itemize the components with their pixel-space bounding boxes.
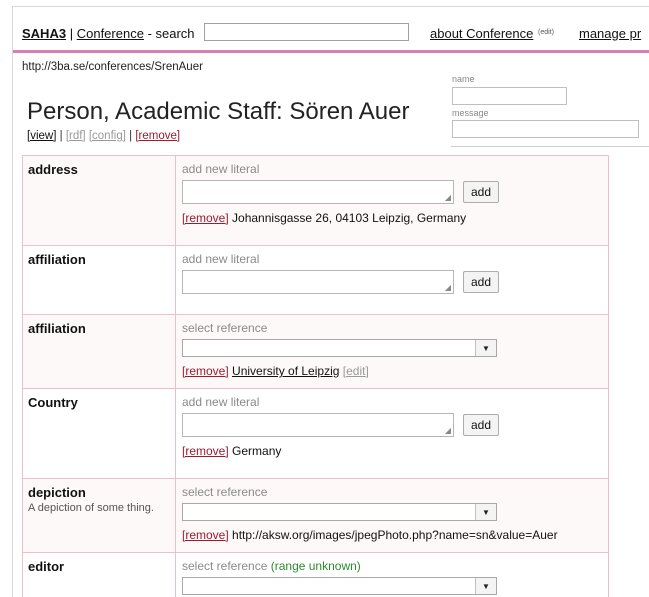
property-name: depiction — [28, 485, 86, 500]
add-literal-hint: add new literal — [182, 162, 260, 176]
property-label-cell: Country — [23, 389, 176, 478]
comment-name-label: name — [452, 74, 475, 84]
remove-value-link[interactable]: [remove] — [182, 364, 229, 378]
property-values-cell: select reference (range unknown) ▼ — [176, 553, 608, 597]
range-unknown-note: (range unknown) — [270, 559, 361, 573]
reference-link[interactable]: University of Leipzig — [232, 364, 339, 378]
value-text: Germany — [232, 444, 282, 458]
add-literal-hint: add new literal — [182, 252, 260, 266]
resource-url: http://3ba.se/conferences/SrenAuer — [22, 61, 203, 73]
brand-separator: | — [69, 26, 74, 41]
remove-value-link[interactable]: [remove] — [182, 528, 229, 542]
select-reference-hint: select reference — [182, 485, 268, 499]
chevron-down-icon[interactable]: ▼ — [475, 340, 496, 356]
resize-grip-icon[interactable]: ◢ — [445, 427, 451, 435]
select-reference-hint: select reference — [182, 321, 268, 335]
property-name: address — [28, 162, 78, 177]
property-label-cell: address — [23, 156, 176, 245]
action-separator: | — [59, 130, 63, 142]
literal-textarea[interactable]: ◢ — [182, 270, 454, 294]
property-label-cell: affiliation — [23, 246, 176, 314]
property-label-cell: affiliation — [23, 315, 176, 388]
remove-resource-link[interactable]: [remove] — [135, 130, 180, 142]
property-value: [remove] University of Leipzig [edit] — [182, 364, 602, 378]
action-separator: | — [129, 130, 133, 142]
add-literal-button[interactable]: add — [463, 414, 500, 436]
property-values-cell: add new literal ◢ add [remove] Germany — [176, 389, 608, 478]
edit-reference-link[interactable]: [edit] — [343, 364, 369, 378]
remove-value-link[interactable]: [remove] — [182, 211, 229, 225]
property-row-affiliation-reference: affiliation select reference ▼ [remove] … — [23, 315, 608, 389]
value-text: Johannisgasse 26, 04103 Leipzig, Germany — [232, 211, 467, 225]
property-value: [remove] http://aksw.org/images/jpegPhot… — [182, 528, 602, 542]
property-values-cell: select reference ▼ [remove] University o… — [176, 315, 608, 388]
property-row-country: Country add new literal ◢ add [remove] G… — [23, 389, 608, 479]
remove-value-link[interactable]: [remove] — [182, 444, 229, 458]
chevron-down-icon[interactable]: ▼ — [475, 578, 496, 594]
search-input[interactable] — [204, 23, 409, 41]
value-text: http://aksw.org/images/jpegPhoto.php?nam… — [232, 528, 558, 542]
chevron-down-icon[interactable]: ▼ — [475, 504, 496, 520]
resource-actions: [view] | [rdf] [config] | [remove] — [27, 130, 180, 142]
header-divider — [13, 50, 649, 53]
literal-textarea[interactable]: ◢ — [182, 180, 454, 204]
select-reference-label: select reference — [182, 559, 268, 573]
property-name: affiliation — [28, 321, 86, 336]
property-values-cell: add new literal ◢ add [remove] Johannisg… — [176, 156, 608, 245]
brand-nav: SAHA3 | Conference - search — [22, 26, 195, 41]
config-link[interactable]: [config] — [89, 130, 126, 142]
property-label-cell: editor — [23, 553, 176, 597]
property-value: [remove] Germany — [182, 444, 602, 458]
literal-textarea[interactable]: ◢ — [182, 413, 454, 437]
app-frame: SAHA3 | Conference - search about Confer… — [12, 6, 649, 597]
search-label: - search — [147, 26, 195, 41]
property-table: address add new literal ◢ add [remove] J… — [22, 155, 609, 597]
property-row-address: address add new literal ◢ add [remove] J… — [23, 156, 608, 246]
category-link[interactable]: Conference — [77, 26, 144, 41]
rdf-link[interactable]: [rdf] — [66, 130, 86, 142]
select-reference-hint: select reference (range unknown) — [182, 559, 602, 573]
add-literal-button[interactable]: add — [463, 181, 500, 203]
brand-link[interactable]: SAHA3 — [22, 26, 66, 41]
property-label-cell: depiction A depiction of some thing. — [23, 479, 176, 552]
comment-divider — [451, 146, 649, 147]
reference-select[interactable]: ▼ — [182, 577, 497, 595]
property-row-depiction: depiction A depiction of some thing. sel… — [23, 479, 608, 553]
about-link[interactable]: about Conference — [430, 26, 533, 41]
about-edit-link[interactable]: (edit) — [538, 29, 554, 36]
comment-name-input[interactable] — [452, 87, 567, 105]
property-values-cell: select reference ▼ [remove] http://aksw.… — [176, 479, 608, 552]
property-name: Country — [28, 395, 78, 410]
add-literal-button[interactable]: add — [463, 271, 500, 293]
top-bar: SAHA3 | Conference - search about Confer… — [13, 7, 649, 51]
comment-message-label: message — [452, 108, 489, 118]
property-name: affiliation — [28, 252, 86, 267]
manage-link[interactable]: manage pr — [579, 26, 641, 41]
add-literal-hint: add new literal — [182, 395, 260, 409]
reference-select[interactable]: ▼ — [182, 339, 497, 357]
property-row-affiliation-literal: affiliation add new literal ◢ add — [23, 246, 608, 315]
view-link[interactable]: [view] — [27, 130, 56, 142]
resize-grip-icon[interactable]: ◢ — [445, 284, 451, 292]
property-row-editor: editor select reference (range unknown) … — [23, 553, 608, 597]
resize-grip-icon[interactable]: ◢ — [445, 194, 451, 202]
property-value: [remove] Johannisgasse 26, 04103 Leipzig… — [182, 211, 602, 225]
property-name: editor — [28, 559, 65, 574]
property-values-cell: add new literal ◢ add — [176, 246, 608, 314]
page-title: Person, Academic Staff: Sören Auer — [27, 98, 410, 125]
comment-message-input[interactable] — [452, 120, 639, 138]
reference-select[interactable]: ▼ — [182, 503, 497, 521]
property-description: A depiction of some thing. — [28, 502, 154, 514]
